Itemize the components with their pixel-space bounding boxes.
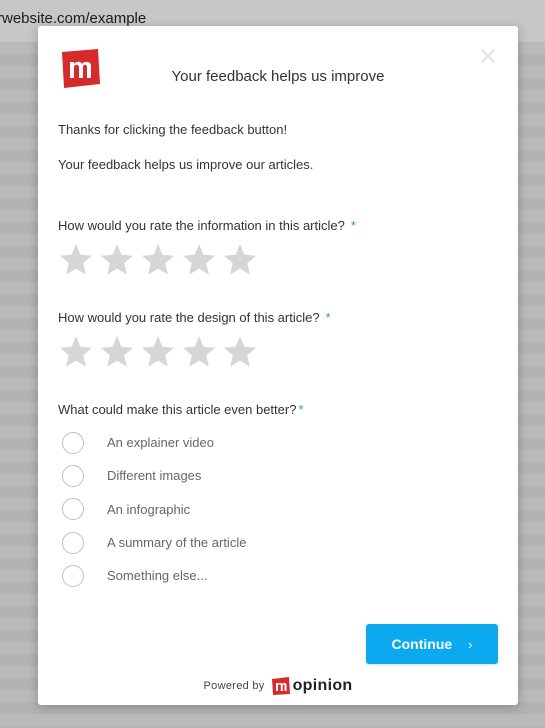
question-label: How would you rate the information in th… [58, 218, 345, 233]
question-information-rating: How would you rate the information in th… [58, 218, 356, 233]
option-label: An infographic [107, 501, 191, 517]
option-infographic[interactable]: An infographic [62, 493, 246, 526]
required-marker: * [350, 218, 356, 233]
star-icon[interactable] [181, 334, 217, 370]
required-marker: * [298, 402, 304, 417]
radio-button[interactable] [62, 431, 84, 454]
star-icon[interactable] [181, 242, 217, 278]
information-star-rating [58, 242, 258, 278]
question-label: How would you rate the design of this ar… [58, 310, 320, 325]
option-label: A summary of the article [107, 535, 247, 551]
mopinion-mark-icon [271, 677, 290, 695]
star-icon[interactable] [58, 242, 94, 278]
design-star-rating [58, 334, 258, 370]
star-icon[interactable] [140, 334, 176, 370]
star-icon[interactable] [140, 242, 176, 278]
option-label: An explainer video [107, 435, 214, 451]
continue-button[interactable]: Continue › [366, 624, 498, 664]
improvement-options: An explainer video Different images An i… [62, 426, 246, 592]
question-design-rating: How would you rate the design of this ar… [58, 310, 331, 325]
star-icon[interactable] [58, 334, 94, 370]
radio-button[interactable] [62, 531, 84, 554]
option-explainer-video[interactable]: An explainer video [62, 426, 246, 459]
feedback-modal: Your feedback helps us improve Thanks fo… [38, 26, 518, 705]
close-icon[interactable] [478, 46, 498, 66]
mopinion-brand[interactable]: opinion [271, 676, 353, 696]
radio-button[interactable] [62, 498, 84, 521]
star-icon[interactable] [99, 242, 135, 278]
option-label: Something else... [107, 568, 208, 584]
chevron-right-icon: › [468, 636, 473, 652]
star-icon[interactable] [222, 242, 258, 278]
question-label: What could make this article even better… [58, 402, 297, 417]
star-icon[interactable] [99, 334, 135, 370]
modal-title: Your feedback helps us improve [171, 68, 385, 85]
mopinion-logo-icon [58, 46, 102, 90]
radio-button[interactable] [62, 464, 84, 487]
option-label: Different images [107, 468, 202, 484]
continue-label: Continue [391, 636, 453, 652]
powered-by-label: Powered by [203, 680, 265, 692]
intro-text-2: Your feedback helps us improve our artic… [58, 157, 314, 172]
powered-by-footer: Powered by opinion [38, 676, 518, 696]
required-marker: * [325, 310, 331, 325]
intro-text-1: Thanks for clicking the feedback button! [58, 122, 288, 137]
question-improvement: What could make this article even better… [58, 402, 304, 417]
option-summary[interactable]: A summary of the article [62, 526, 246, 559]
brand-name: opinion [292, 677, 353, 694]
star-icon[interactable] [222, 334, 258, 370]
option-different-images[interactable]: Different images [62, 459, 246, 492]
option-something-else[interactable]: Something else... [62, 559, 246, 592]
radio-button[interactable] [62, 564, 84, 587]
